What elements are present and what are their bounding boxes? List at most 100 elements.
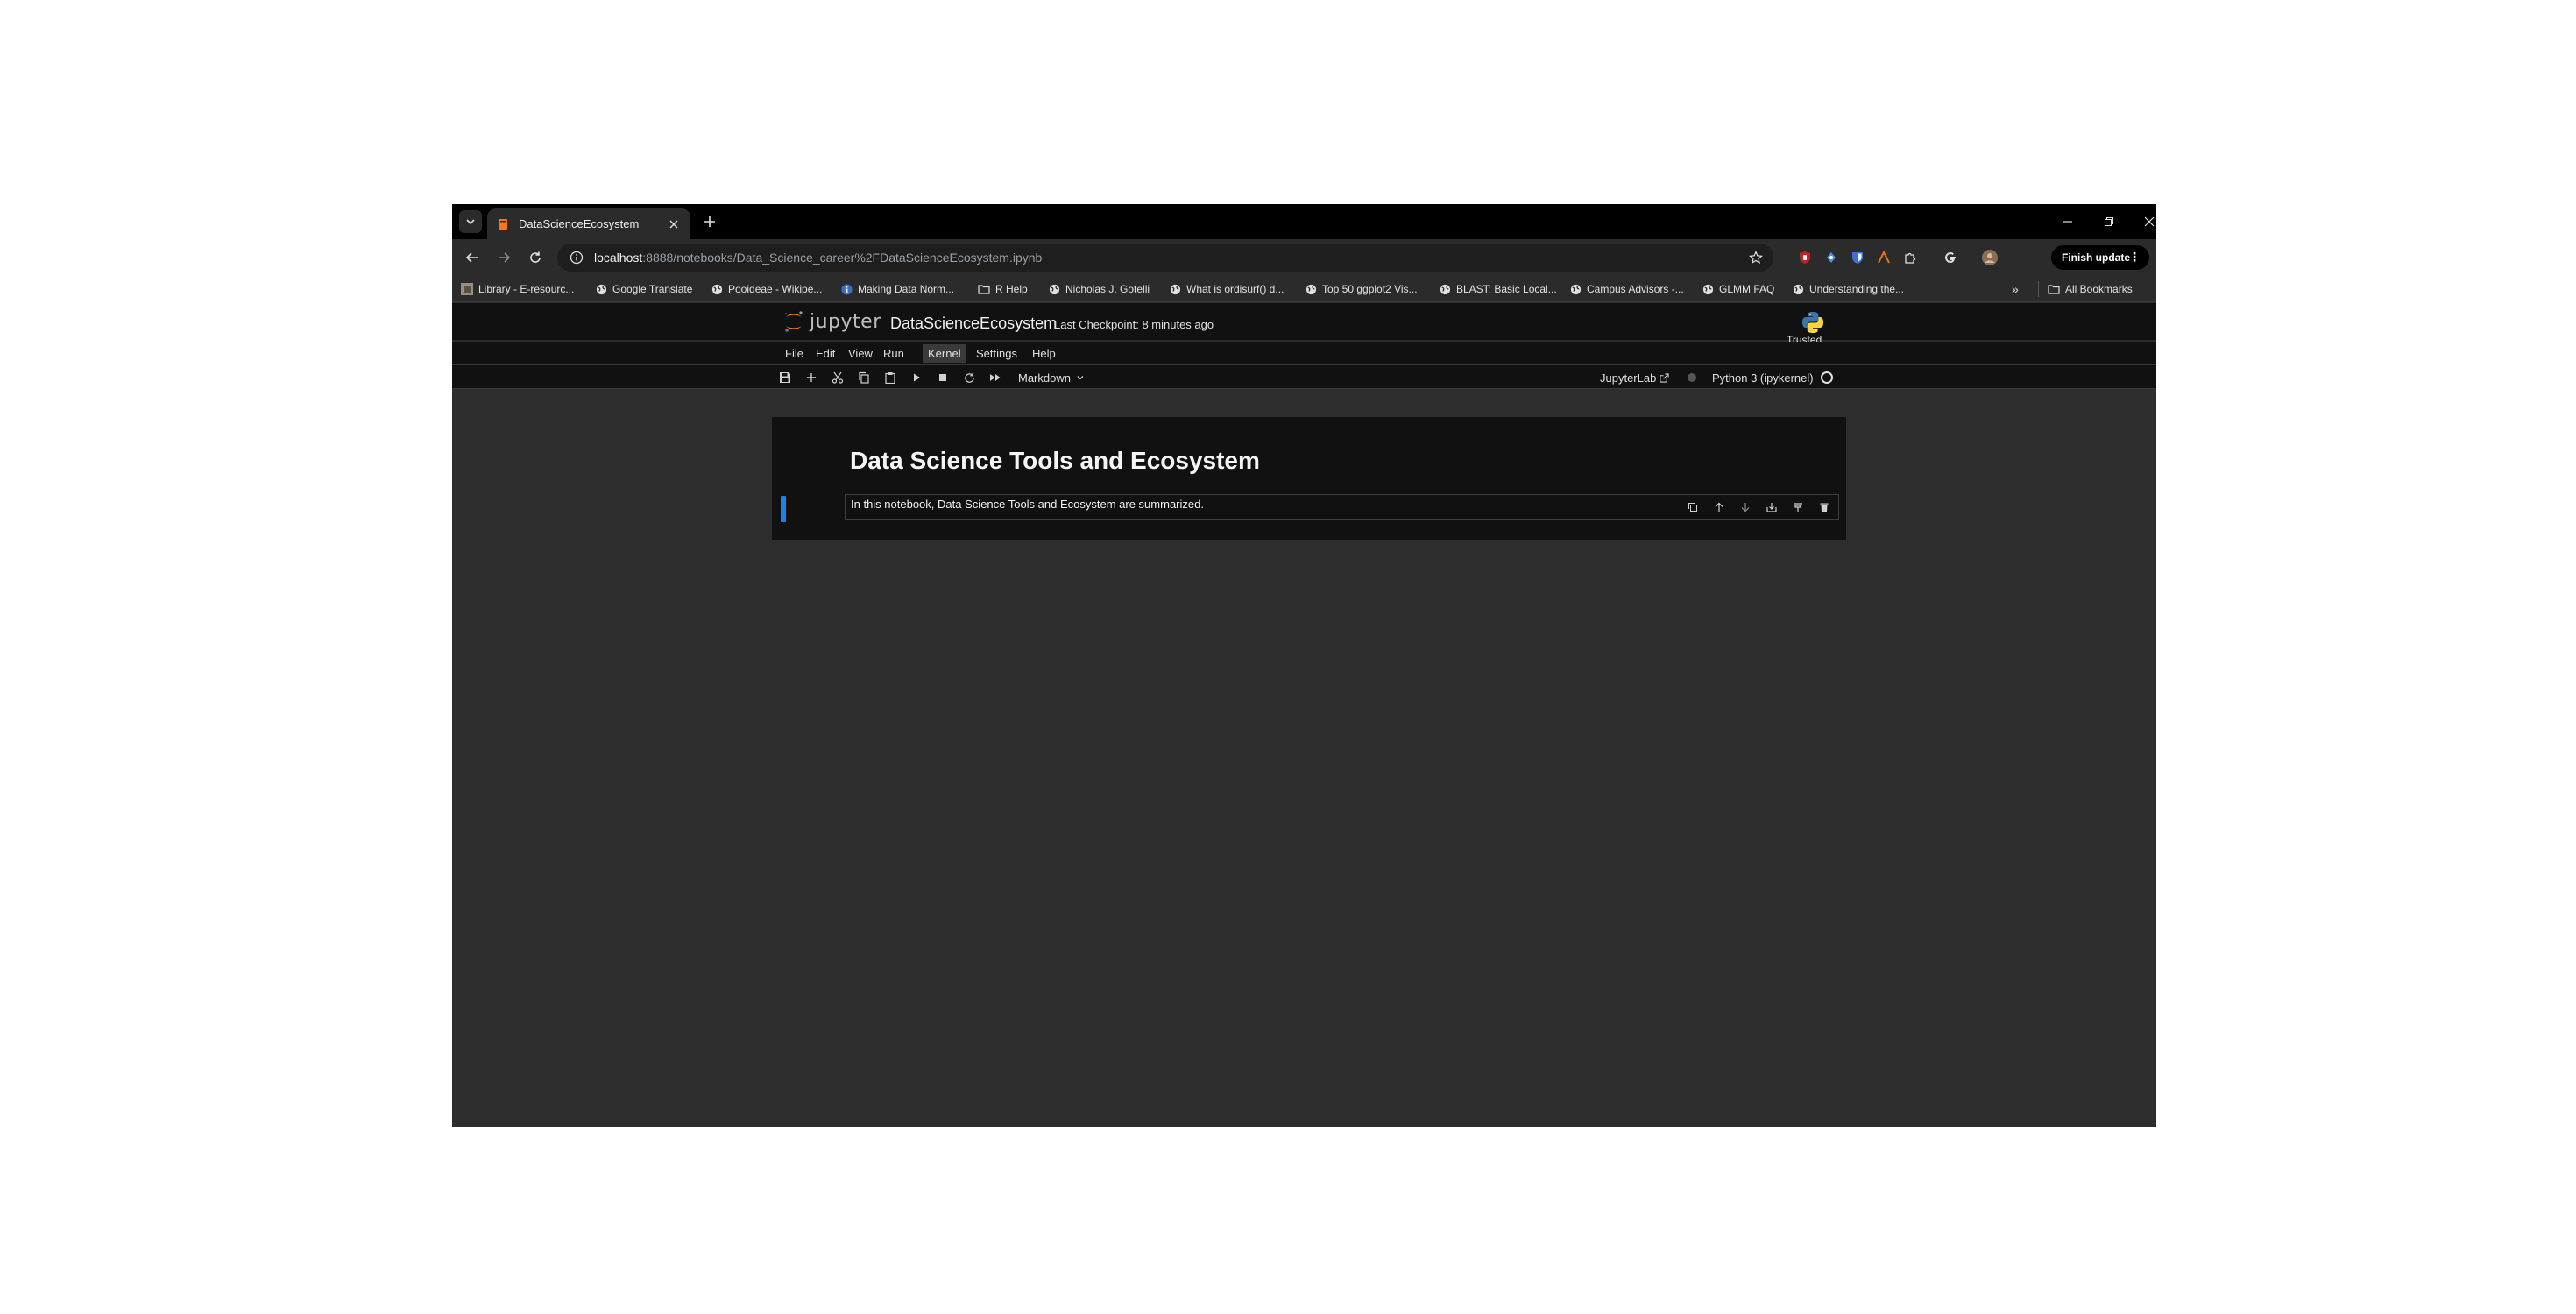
bookmark-item[interactable]: Library - E-resourc... xyxy=(461,281,574,297)
menu-file[interactable]: File xyxy=(780,344,809,363)
finish-update-button[interactable]: Finish update ⋮ xyxy=(2051,245,2149,270)
plus-icon xyxy=(704,216,715,227)
cell-type-select[interactable]: Markdown xyxy=(1018,369,1085,386)
globe-icon xyxy=(711,283,723,295)
move-up-icon[interactable] xyxy=(1710,498,1728,516)
tab-search-button[interactable] xyxy=(459,210,482,233)
scissors-icon xyxy=(832,371,844,384)
restore-icon xyxy=(2105,217,2113,226)
address-bar[interactable]: localhost:8888/notebooks/Data_Science_ca… xyxy=(557,244,1773,272)
trash-icon[interactable] xyxy=(1815,498,1833,516)
profile-avatar[interactable] xyxy=(1981,249,1999,266)
insert-cell-button[interactable] xyxy=(803,369,820,386)
extension-ublock-icon[interactable] xyxy=(1796,249,1814,266)
refresh-icon xyxy=(964,372,974,383)
bookmark-item[interactable]: Nicholas J. Gotelli xyxy=(1048,281,1150,297)
bookmark-item[interactable]: Top 50 ggplot2 Vis... xyxy=(1305,281,1418,297)
markdown-cell[interactable]: In this notebook, Data Science Tools and… xyxy=(845,494,1839,520)
kernel-idle-status-icon xyxy=(1821,371,1833,384)
globe-icon xyxy=(1702,283,1714,295)
paste-button[interactable] xyxy=(881,369,899,386)
insert-above-icon[interactable] xyxy=(1763,498,1780,516)
close-window-button[interactable] xyxy=(2136,210,2156,233)
copy-icon xyxy=(859,371,869,384)
folder-icon xyxy=(2048,283,2060,295)
fast-forward-icon xyxy=(990,374,1001,381)
menu-settings[interactable]: Settings xyxy=(971,344,1023,363)
bookmark-item[interactable]: What is ordisurf() d... xyxy=(1169,281,1284,297)
bookmarks-overflow-button[interactable]: » xyxy=(2012,281,2019,297)
notebook-panel: Data Science Tools and Ecosystem In this… xyxy=(772,417,1846,540)
kernel-name[interactable]: Python 3 (ipykernel) xyxy=(1712,369,1814,386)
cut-button[interactable] xyxy=(829,369,846,386)
extensions-puzzle-icon[interactable] xyxy=(1901,249,1919,266)
save-icon xyxy=(780,372,790,383)
markdown-heading[interactable]: Data Science Tools and Ecosystem xyxy=(850,447,1260,475)
interrupt-kernel-button[interactable] xyxy=(934,369,952,386)
new-tab-button[interactable] xyxy=(699,211,720,232)
close-icon[interactable] xyxy=(666,216,682,232)
menu-kernel[interactable]: Kernel xyxy=(923,344,966,363)
menu-edit[interactable]: Edit xyxy=(810,344,840,363)
minimize-button[interactable] xyxy=(2055,210,2081,233)
forward-button[interactable] xyxy=(492,246,515,269)
finish-update-label: Finish update xyxy=(2062,251,2130,264)
cell-toolbar xyxy=(1684,498,1833,516)
last-checkpoint: Last Checkpoint: 8 minutes ago xyxy=(1054,318,1214,331)
notebook-title[interactable]: DataScienceEcosystem xyxy=(890,314,1057,333)
menu-run[interactable]: Run xyxy=(878,344,909,363)
tab-active[interactable]: DataScienceEcosystem xyxy=(487,208,690,239)
restart-run-all-button[interactable] xyxy=(987,369,1004,386)
bookmark-item[interactable]: Understanding the... xyxy=(1792,281,1904,297)
external-link-icon xyxy=(1660,372,1669,383)
menu-view[interactable]: View xyxy=(843,344,878,363)
globe-icon xyxy=(1048,283,1060,295)
arrow-left-icon xyxy=(465,252,478,263)
bookmark-item[interactable]: GLMM FAQ xyxy=(1702,281,1774,297)
duplicate-cell-icon[interactable] xyxy=(1684,498,1702,516)
menu-help[interactable]: Help xyxy=(1027,344,1061,363)
back-button[interactable] xyxy=(461,246,484,269)
insert-below-icon[interactable] xyxy=(1789,498,1807,516)
jupyter-menubar: File Edit View Run Kernel Settings Help xyxy=(452,342,2156,365)
open-jupyterlab-link[interactable]: JupyterLab xyxy=(1600,369,1669,386)
clipboard-icon xyxy=(885,372,895,384)
double-chevron-right-icon: » xyxy=(2012,282,2019,296)
reload-button[interactable] xyxy=(524,246,547,269)
google-icon[interactable] xyxy=(1942,249,1959,266)
restore-button[interactable] xyxy=(2096,210,2122,233)
jupyter-logo[interactable]: jupyter xyxy=(783,310,881,333)
browser-window: DataScienceEcosystem localhost:8888/not… xyxy=(452,204,2156,1127)
globe-icon xyxy=(1569,283,1582,295)
stop-icon xyxy=(939,374,946,381)
jupyterlab-label: JupyterLab xyxy=(1600,371,1657,385)
globe-icon xyxy=(1305,283,1317,295)
extension-mendeley-icon[interactable] xyxy=(1875,249,1893,266)
reload-icon xyxy=(530,251,541,263)
cell-text: In this notebook, Data Science Tools and… xyxy=(851,498,1204,511)
run-cell-button[interactable] xyxy=(908,369,925,386)
extension-zotero-icon[interactable] xyxy=(1822,249,1840,266)
all-bookmarks-button[interactable]: All Bookmarks xyxy=(2038,281,2133,297)
jupyter-header: jupyter DataScienceEcosystem Last Checkp… xyxy=(452,303,2156,346)
move-down-icon[interactable] xyxy=(1737,498,1754,516)
extension-bitwarden-icon[interactable] xyxy=(1849,249,1866,266)
save-button[interactable] xyxy=(776,369,794,386)
star-icon[interactable] xyxy=(1747,249,1765,266)
site-info-icon[interactable] xyxy=(568,249,585,266)
restart-kernel-button[interactable] xyxy=(960,369,978,386)
notebook-icon xyxy=(496,217,510,231)
bookmark-item[interactable]: BLAST: Basic Local... xyxy=(1439,281,1557,297)
bookmark-item[interactable]: Google Translate xyxy=(595,281,692,297)
jupyter-logo-icon xyxy=(785,311,803,332)
bookmark-item[interactable]: Making Data Norm... xyxy=(840,281,954,297)
bookmark-item[interactable]: Pooideae - Wikipe... xyxy=(711,281,822,297)
bookmark-folder[interactable]: R Help xyxy=(978,281,1028,297)
copy-button[interactable] xyxy=(855,369,873,386)
globe-icon xyxy=(595,283,607,295)
bookmark-item[interactable]: Campus Advisors -... xyxy=(1569,281,1684,297)
tab-strip: DataScienceEcosystem xyxy=(452,204,2156,239)
tab-title: DataScienceEcosystem xyxy=(519,217,640,230)
chevron-down-icon xyxy=(466,219,475,225)
minimize-icon xyxy=(2063,221,2072,223)
